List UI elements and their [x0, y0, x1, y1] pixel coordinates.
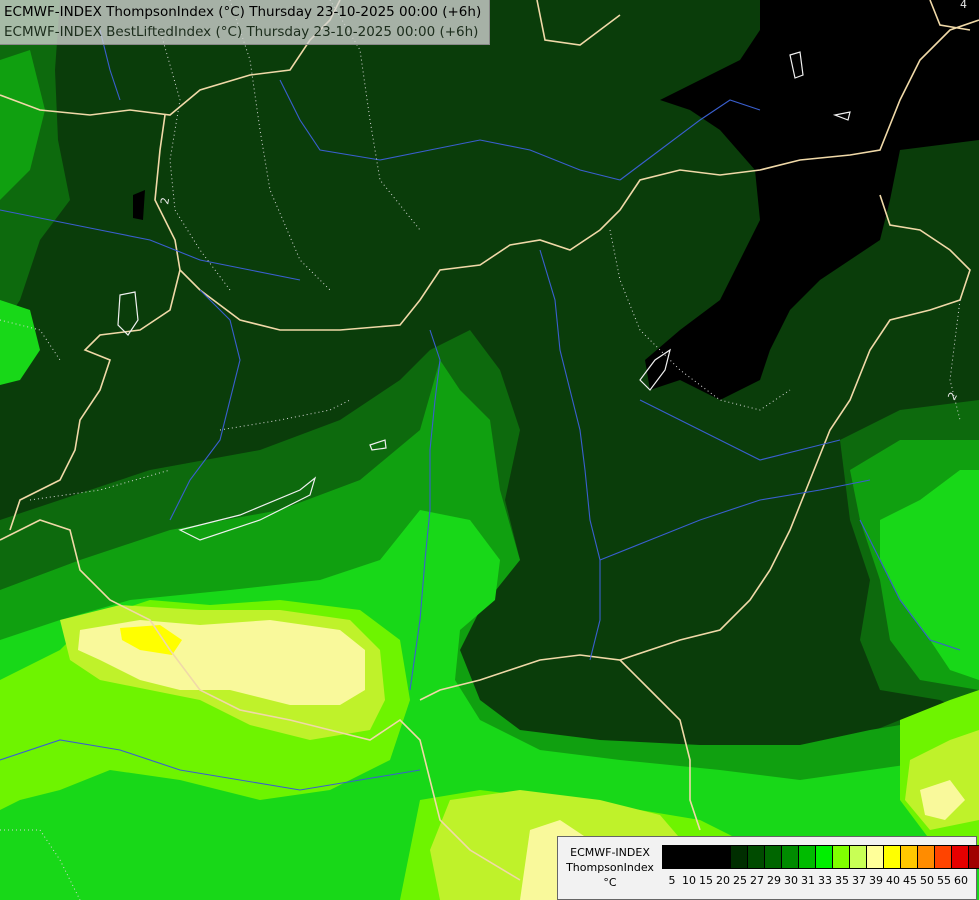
legend-color-bar [662, 845, 979, 869]
legend-tick-label: 5 [668, 874, 676, 887]
legend-swatch [952, 846, 969, 868]
legend-tick-label: 33 [818, 874, 832, 887]
legend-swatch [884, 846, 901, 868]
legend-swatch [918, 846, 935, 868]
legend-ticks: 5 10 15 20 25 27 29 30 31 33 35 37 39 40 45 50 55 60 [668, 874, 979, 890]
legend-tick-label: 39 [869, 874, 883, 887]
weather-map: 2 2 4 ECMWF-INDEX ThompsonIndex (°C) Thu… [0, 0, 979, 900]
map-canvas: 2 2 4 [0, 0, 979, 900]
legend-swatch [850, 846, 867, 868]
legend-tick-label: 55 [937, 874, 951, 887]
title-line-bestlifted: ECMWF-INDEX BestLiftedIndex (°C) Thursda… [4, 24, 479, 40]
contour-label: 4 [960, 0, 967, 11]
field-black-small [133, 190, 145, 220]
legend-swatch [935, 846, 952, 868]
legend-tick-label: 10 [682, 874, 696, 887]
legend-swatch [663, 846, 731, 868]
legend-label: ECMWF-INDEX ThompsonIndex °C [564, 845, 656, 890]
color-legend: ECMWF-INDEX ThompsonIndex °C 5 10 15 20 25 27… [557, 836, 979, 900]
legend-tick-label: 35 [835, 874, 849, 887]
legend-swatch [799, 846, 816, 868]
legend-swatch [901, 846, 918, 868]
legend-tick-label: 50 [920, 874, 934, 887]
legend-tick-label: 25 [733, 874, 747, 887]
legend-tick-label: 29 [767, 874, 781, 887]
legend-swatch [969, 846, 979, 868]
legend-swatch [867, 846, 884, 868]
legend-tick-label: 40 [886, 874, 900, 887]
legend-parameter: ThompsonIndex [566, 861, 654, 874]
legend-swatch [782, 846, 799, 868]
legend-swatch [731, 846, 748, 868]
legend-tick-label: 60 [954, 874, 968, 887]
legend-swatch [765, 846, 782, 868]
legend-swatch [748, 846, 765, 868]
map-title: ECMWF-INDEX ThompsonIndex (°C) Thursday … [0, 0, 491, 45]
legend-tick-label: 45 [903, 874, 917, 887]
legend-swatch [816, 846, 833, 868]
legend-tick-label: 20 [716, 874, 730, 887]
legend-tick-label: 15 [699, 874, 713, 887]
legend-unit: °C [603, 876, 617, 889]
title-line-thompson: ECMWF-INDEX ThompsonIndex (°C) Thursday … [4, 4, 482, 20]
legend-tick-label: 27 [750, 874, 764, 887]
legend-swatch [833, 846, 850, 868]
legend-tick-label: 31 [801, 874, 815, 887]
legend-model: ECMWF-INDEX [570, 846, 650, 859]
legend-tick-label: 30 [784, 874, 798, 887]
legend-tick-label: 37 [852, 874, 866, 887]
